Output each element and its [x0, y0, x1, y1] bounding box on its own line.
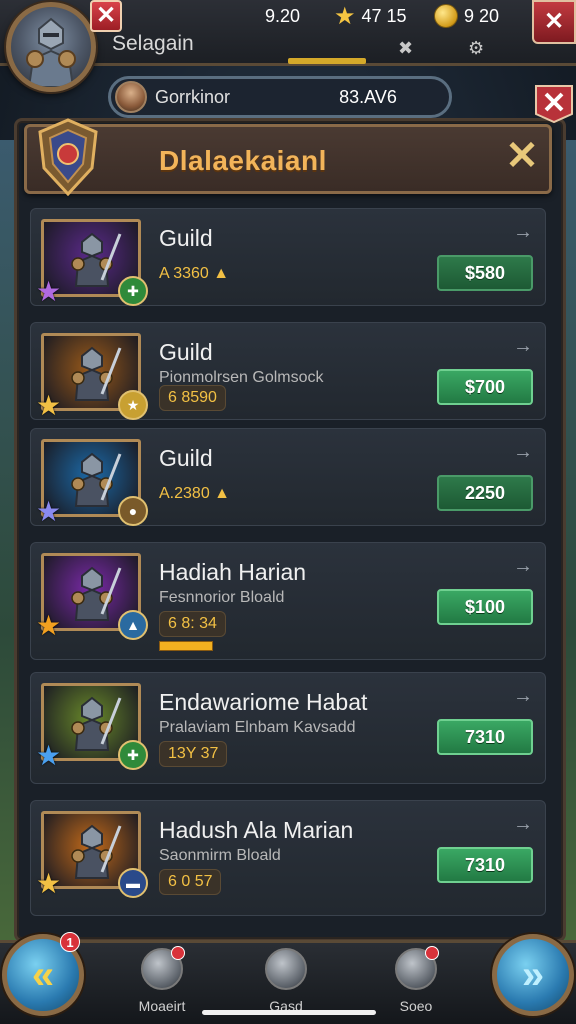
item-subtitle: Saonmirm Bloald	[159, 847, 281, 864]
panel-title: Dlalaekaianl	[159, 145, 327, 176]
item-title: Guild	[159, 445, 213, 471]
stat-coins-value: 9 20	[464, 5, 500, 26]
item-thumbnail: ★ ✚	[36, 219, 148, 306]
close-profile-button[interactable]: ✕	[90, 0, 122, 32]
nav-item-0[interactable]: Moaeirt	[122, 946, 202, 1018]
knight-portrait-icon	[26, 17, 76, 87]
stat-stars: ★ 47 15	[334, 2, 407, 30]
item-badge-icon: ✚	[118, 276, 148, 306]
star-icon: ★	[334, 2, 356, 30]
crossed-swords-icon[interactable]: ✖	[398, 38, 413, 59]
panel-header: Dlalaekaianl	[24, 124, 552, 194]
arrow-right-icon[interactable]: →	[513, 813, 533, 836]
rank-star-icon: ★	[36, 276, 62, 307]
item-thumbnail: ★ ★	[36, 333, 148, 420]
player-search-bar[interactable]: Gorrkinor 83.AV6	[108, 76, 452, 118]
item-stat: 6 8590	[159, 385, 226, 411]
item-title: Endawariome Habat	[159, 689, 368, 715]
item-title: Guild	[159, 339, 213, 365]
close-side-flag-icon[interactable]	[534, 84, 574, 124]
shield-nav-icon	[265, 948, 307, 990]
item-badge-icon: ▬	[118, 868, 148, 898]
item-badge-icon: ▲	[118, 610, 148, 640]
opponent-name: Gorrkinor	[155, 86, 231, 107]
nav-label: Soeo	[399, 998, 433, 1014]
arrow-right-icon[interactable]: →	[513, 335, 533, 358]
item-title: Hadiah Harian	[159, 559, 307, 585]
coin-icon	[434, 4, 458, 28]
item-stat: A 3360 ▲	[159, 265, 230, 282]
rank-star-icon: ★	[36, 390, 62, 421]
item-badge-icon: ✚	[118, 740, 148, 770]
item-badge-icon: ★	[118, 390, 148, 420]
warrior-figure-icon	[71, 824, 122, 879]
warrior-figure-icon	[71, 696, 122, 751]
arrow-right-icon[interactable]: →	[513, 221, 533, 244]
item-progress-bar	[159, 641, 213, 651]
arrow-right-icon[interactable]: →	[513, 441, 533, 464]
shield-emblem-icon	[38, 118, 98, 196]
home-indicator[interactable]	[202, 1010, 376, 1015]
player-avatar[interactable]	[6, 2, 96, 92]
rank-star-icon: ★	[36, 740, 62, 771]
item-subtitle: Fesnnorior Bloald	[159, 589, 285, 606]
settings-icon[interactable]: ⚙	[468, 38, 484, 59]
buy-button[interactable]: 2250	[437, 475, 533, 511]
shop-item-card[interactable]: ★ ▲ Hadiah Harian Fesnnorior Bloald 6 8:…	[30, 542, 546, 660]
nav-alert-dot	[425, 946, 439, 960]
shop-item-card[interactable]: ★ ✚ Guild A 3360 ▲ → $580	[30, 208, 546, 306]
shop-item-card[interactable]: ★ ● Guild A.2380 ▲ → 2250	[30, 428, 546, 526]
buy-button[interactable]: $580	[437, 255, 533, 291]
opponent-avatar	[115, 81, 147, 113]
xp-bar	[288, 58, 366, 64]
buy-button[interactable]: 7310	[437, 847, 533, 883]
warrior-figure-icon	[71, 566, 122, 621]
item-stat: 6 8: 34	[159, 611, 226, 637]
nav-alert-dot	[171, 946, 185, 960]
opponent-value: 83.AV6	[339, 86, 397, 107]
nav-label: Moaeirt	[138, 998, 186, 1014]
buy-button[interactable]: 7310	[437, 719, 533, 755]
arrow-right-icon[interactable]: →	[513, 685, 533, 708]
buy-button[interactable]: $100	[437, 589, 533, 625]
warrior-figure-icon	[71, 232, 122, 287]
item-stat: A.2380 ▲	[159, 485, 230, 502]
nav-item-1[interactable]: Gasd	[246, 948, 326, 1018]
item-thumbnail: ★ ●	[36, 439, 148, 526]
rank-star-icon: ★	[36, 610, 62, 641]
forward-button[interactable]: »	[492, 934, 574, 1016]
panel-close-button[interactable]: ✕	[502, 132, 542, 180]
shop-item-card[interactable]: ★ ★ Guild Pionmolrsen Golmsock 6 8590 → …	[30, 322, 546, 420]
shop-item-card[interactable]: ★ ▬ Hadush Ala Marian Saonmirm Bloald 6 …	[30, 800, 546, 916]
stat-level: 9.20	[265, 4, 300, 28]
close-top-button[interactable]: ✕	[532, 0, 576, 44]
warrior-figure-icon	[71, 452, 122, 507]
rank-star-icon: ★	[36, 868, 62, 899]
nav-item-2[interactable]: Soeo	[376, 946, 456, 1018]
player-name: Selagain	[112, 32, 194, 55]
stat-level-value: 9.20	[265, 5, 301, 26]
item-title: Guild	[159, 225, 213, 251]
helmet-icon	[141, 946, 185, 990]
arrow-right-icon[interactable]: →	[513, 555, 533, 578]
item-stat: 6 0 57	[159, 869, 222, 895]
item-thumbnail: ★ ▬	[36, 811, 148, 898]
stat-stars-value: 47 15	[361, 5, 407, 26]
item-stat: 13Y 37	[159, 741, 228, 767]
stat-coins[interactable]: 9 20	[434, 4, 499, 28]
shop-item-card[interactable]: ★ ✚ Endawariome Habat Pralaviam Elnbam K…	[30, 672, 546, 784]
item-subtitle: Pralaviam Elnbam Kavsadd	[159, 719, 356, 736]
item-badge-icon: ●	[118, 496, 148, 526]
buy-button[interactable]: $700	[437, 369, 533, 405]
item-thumbnail: ★ ▲	[36, 553, 148, 640]
item-thumbnail: ★ ✚	[36, 683, 148, 770]
warrior-figure-icon	[71, 346, 122, 401]
back-notification-badge: 1	[60, 932, 80, 952]
item-title: Hadush Ala Marian	[159, 817, 354, 843]
armor-icon	[395, 946, 439, 990]
rank-star-icon: ★	[36, 496, 62, 527]
